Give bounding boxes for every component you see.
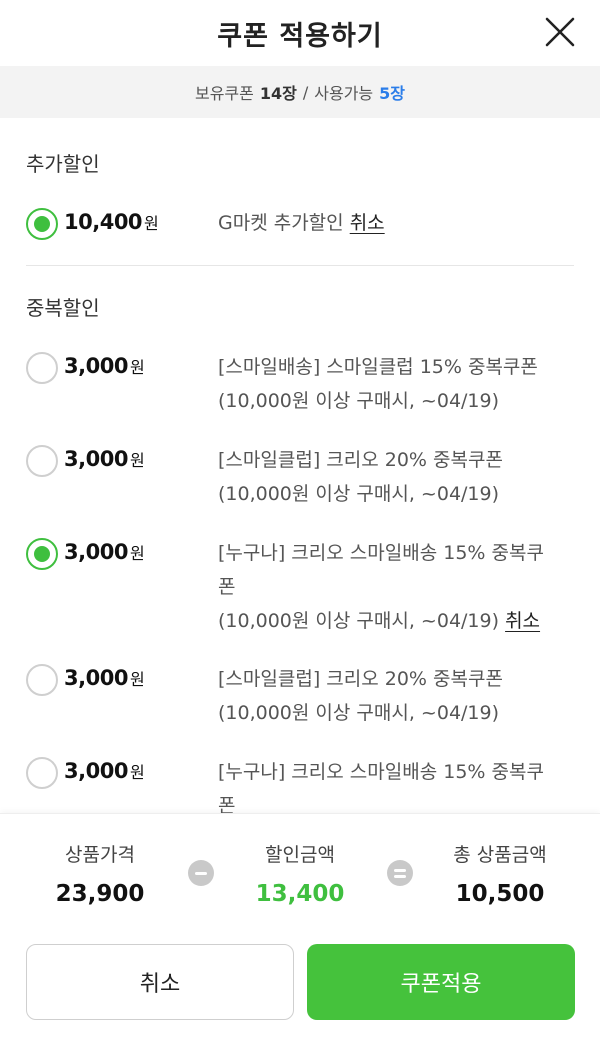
- total-label: 총 상품금액: [453, 844, 547, 866]
- usable-label: 사용가능: [314, 84, 374, 103]
- cancel-link[interactable]: 취소: [350, 212, 385, 234]
- coupon-description: [스마일클럽] 크리오 20% 중복쿠폰 (10,000원 이상 구매시, ~0…: [218, 449, 503, 505]
- coupon-amount: 3,000 원: [64, 354, 145, 378]
- radio-button[interactable]: [26, 757, 58, 789]
- discount-label: 할인금액: [265, 844, 335, 866]
- coupon-list[interactable]: 추가할인 10,400 원 G마켓 추가할인 취소 중복할인 3,000 원 [스마…: [0, 118, 600, 813]
- apply-coupon-button[interactable]: 쿠폰적용: [307, 944, 575, 1020]
- modal-header: 쿠폰 적용하기: [0, 0, 600, 66]
- usable-count: 5장: [379, 84, 406, 103]
- product-price-value: 23,900: [55, 881, 145, 907]
- cancel-link[interactable]: 취소: [505, 610, 540, 632]
- total-value: 10,500: [455, 881, 545, 907]
- radio-button-selected[interactable]: [26, 538, 58, 570]
- summary-separator: /: [302, 82, 309, 102]
- equals-icon: [387, 860, 413, 886]
- price-footer: 상품가격 23,900 할인금액 13,400 총 상품금액 10,500 취소…: [0, 813, 600, 1051]
- coupon-description: [누구나] 크리오 스마일배송 15% 중복쿠 폰: [218, 761, 544, 813]
- section-title-extra: 추가할인: [26, 152, 100, 176]
- total-block: 총 상품금액 10,500: [430, 840, 570, 907]
- modal-title: 쿠폰 적용하기: [217, 20, 383, 52]
- radio-button[interactable]: [26, 352, 58, 384]
- owned-count: 14장: [259, 84, 297, 103]
- coupon-description: [스마일클럽] 크리오 20% 중복쿠폰 (10,000원 이상 구매시, ~0…: [218, 668, 503, 724]
- coupon-amount: 3,000 원: [64, 447, 145, 471]
- radio-button[interactable]: [26, 445, 58, 477]
- radio-button[interactable]: [26, 664, 58, 696]
- cancel-button[interactable]: 취소: [26, 944, 294, 1020]
- discount-block: 할인금액 13,400: [238, 840, 362, 907]
- coupon-amount: 10,400 원: [64, 210, 159, 234]
- coupon-description: [누구나] 크리오 스마일배송 15% 중복쿠 폰 (10,000원 이상 구매…: [218, 542, 544, 632]
- coupon-description: [스마일배송] 스마일클럽 15% 중복쿠폰 (10,000원 이상 구매시, …: [218, 356, 538, 412]
- section-divider: [26, 265, 574, 266]
- minus-icon: [188, 860, 214, 886]
- discount-value: 13,400: [255, 881, 345, 907]
- product-price-block: 상품가격 23,900: [40, 840, 160, 907]
- coupon-description: G마켓 추가할인 취소: [218, 212, 385, 234]
- coupon-summary-bar: 보유쿠폰 14장 / 사용가능 5장: [0, 66, 600, 118]
- close-icon[interactable]: [542, 14, 578, 50]
- coupon-amount: 3,000 원: [64, 666, 145, 690]
- section-title-duplicate: 중복할인: [26, 296, 100, 320]
- coupon-amount: 3,000 원: [64, 540, 145, 564]
- radio-button-selected[interactable]: [26, 208, 58, 240]
- owned-label: 보유쿠폰: [194, 84, 254, 103]
- coupon-amount: 3,000 원: [64, 759, 145, 783]
- product-price-label: 상품가격: [65, 844, 135, 866]
